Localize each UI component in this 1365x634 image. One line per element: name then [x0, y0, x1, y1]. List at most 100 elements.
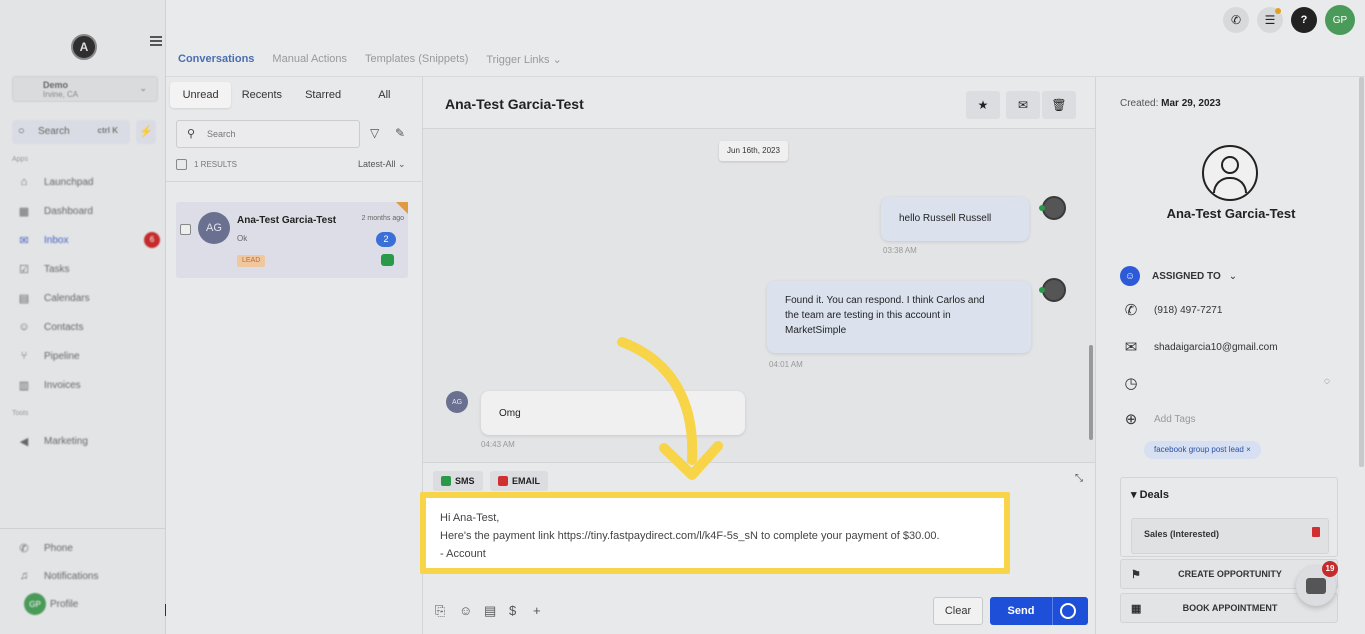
- filter-all[interactable]: All: [354, 82, 415, 108]
- collapse-menu-icon[interactable]: [150, 34, 162, 46]
- filter-tabs: Unread Recents Starred All: [170, 82, 415, 108]
- contact-tag[interactable]: facebook group post lead ×: [1144, 441, 1261, 459]
- channel-tab-email[interactable]: EMAIL: [490, 471, 548, 491]
- email-row[interactable]: ✉ shadaigarcia10@gmail.com: [1120, 338, 1278, 356]
- tab-manual-actions[interactable]: Manual Actions: [272, 53, 347, 66]
- filter-recents[interactable]: Recents: [231, 82, 292, 108]
- page-scrollbar[interactable]: [1359, 77, 1364, 467]
- avatar[interactable]: GP: [1325, 5, 1355, 35]
- rocket-icon: ⌂: [20, 176, 28, 188]
- channel-tab-sms[interactable]: SMS: [433, 471, 483, 491]
- tab-conversations[interactable]: Conversations: [178, 53, 254, 66]
- assigned-label: ASSIGNED TO: [1152, 270, 1221, 282]
- lead-tag: LEAD: [237, 255, 266, 267]
- tag-label: facebook group post lead: [1154, 445, 1244, 454]
- help-icon[interactable]: ?: [1291, 7, 1317, 33]
- select-all-checkbox[interactable]: [176, 159, 187, 170]
- app-logo[interactable]: A: [71, 34, 97, 60]
- quick-action-icon[interactable]: ⚡: [136, 120, 156, 144]
- sidebar-item-label: Dashboard: [44, 205, 93, 217]
- chevron-down-icon: ⌄: [1228, 270, 1238, 282]
- mark-read-icon[interactable]: ✉: [1006, 91, 1040, 119]
- expand-icon[interactable]: ⤡: [1075, 473, 1083, 484]
- phone-row[interactable]: ✆ (918) 497-7271: [1120, 301, 1223, 319]
- phone-icon[interactable]: ✆: [1223, 7, 1249, 33]
- sidebar-item-inbox[interactable]: ✉ Inbox 6: [16, 229, 160, 251]
- sidebar-item-label: Calendars: [44, 292, 90, 304]
- list-item[interactable]: AG Ana-Test Garcia-Test 2 months ago Ok …: [176, 202, 408, 278]
- deal-item[interactable]: Sales (Interested): [1131, 518, 1329, 554]
- sidebar-item-label: Launchpad: [44, 176, 94, 188]
- message-line: the team are testing in this account in: [785, 310, 951, 321]
- message-input[interactable]: Hi Ana-Test, Here's the payment link htt…: [420, 492, 1010, 574]
- timezone-row[interactable]: ◷: [1120, 374, 1142, 392]
- sort-dropdown[interactable]: Latest-All ⌄: [358, 159, 406, 170]
- close-icon[interactable]: ×: [1246, 445, 1251, 454]
- conversation-checkbox[interactable]: [180, 224, 191, 235]
- megaphone-icon: ◀: [19, 435, 29, 448]
- inbox-icon: ✉: [19, 234, 29, 247]
- add-icon[interactable]: +: [533, 603, 541, 618]
- trash-icon[interactable]: 🗑: [1042, 91, 1076, 119]
- search-input[interactable]: ⚲ Search: [176, 120, 360, 148]
- sidebar-item-calendars[interactable]: ▤ Calendars: [16, 287, 156, 309]
- compose-icon[interactable]: ✎: [395, 126, 405, 140]
- sidebar-search[interactable]: ○ Search ctrl K: [12, 120, 130, 144]
- attachment-icon[interactable]: ⎘: [435, 603, 445, 619]
- emoji-icon[interactable]: ☺: [459, 603, 472, 618]
- account-location: Irvine, CA: [43, 90, 79, 99]
- draft-line: Here's the payment link https://tiny.fas…: [440, 530, 940, 542]
- sidebar-item-profile[interactable]: GP Profile: [24, 593, 164, 615]
- chat-header: Ana-Test Garcia-Test ★ ✉ 🗑: [423, 77, 1095, 129]
- sidebar-item-marketing[interactable]: ◀ Marketing: [16, 430, 156, 452]
- book-appointment-label: BOOK APPOINTMENT: [1182, 603, 1278, 613]
- filter-starred[interactable]: Starred: [293, 82, 354, 108]
- account-switcher[interactable]: Demo Irvine, CA ⌄: [12, 76, 158, 102]
- tab-templates[interactable]: Templates (Snippets): [365, 53, 468, 66]
- created-label: Created:: [1120, 98, 1159, 109]
- tab-trigger-links[interactable]: Trigger Links ⌄: [486, 53, 561, 66]
- sidebar-search-label: Search: [38, 126, 70, 137]
- payment-icon[interactable]: $: [509, 603, 516, 618]
- pipeline-icon: ⑂: [20, 350, 28, 362]
- message-text: hello Russell Russell: [899, 213, 992, 224]
- add-tags-row[interactable]: ⊕ Add Tags: [1120, 410, 1196, 428]
- assigned-to-row[interactable]: ☺ ASSIGNED TO ⌄: [1120, 266, 1237, 286]
- outgoing-message: Found it. You can respond. I think Carlo…: [767, 281, 1031, 353]
- filter-unread[interactable]: Unread: [170, 82, 232, 108]
- sidebar-item-pipeline[interactable]: ⑂ Pipeline: [16, 345, 156, 367]
- email-value: shadaigarcia10@gmail.com: [1154, 341, 1278, 353]
- dashboard-icon: ▦: [18, 205, 30, 218]
- deals-header[interactable]: ▾ Deals: [1131, 488, 1169, 501]
- unread-corner-marker: [396, 202, 408, 214]
- sidebar-item-dashboard[interactable]: ▦ Dashboard: [16, 200, 156, 222]
- template-icon[interactable]: ▤: [484, 603, 496, 619]
- clock-icon: ◷: [1124, 375, 1138, 392]
- draft-line: Hi Ana-Test,: [440, 512, 500, 524]
- sms-channel-icon: [381, 254, 394, 266]
- sidebar-item-launchpad[interactable]: ⌂ Launchpad: [16, 171, 156, 193]
- avatar: AG: [446, 391, 468, 413]
- clear-button[interactable]: Clear: [933, 597, 983, 625]
- filter-icon[interactable]: ▽: [370, 126, 379, 140]
- channel-label: SMS: [455, 476, 475, 486]
- chat-bubble-icon: [1306, 578, 1326, 594]
- sidebar-item-contacts[interactable]: ☺ Contacts: [16, 316, 156, 338]
- deals-label: Deals: [1139, 489, 1169, 501]
- sidebar-item-phone[interactable]: ✆ Phone: [16, 537, 156, 559]
- trash-icon[interactable]: [1312, 527, 1320, 537]
- chat-scrollbar[interactable]: [1089, 345, 1093, 440]
- results-count: 1 RESULTS: [194, 160, 237, 169]
- sidebar-item-notifications[interactable]: ♫ Notifications: [16, 565, 156, 587]
- user-icon: ☺: [1120, 266, 1140, 286]
- channel-label: EMAIL: [512, 476, 540, 486]
- list-icon[interactable]: ☰: [1257, 7, 1283, 33]
- sidebar-item-tasks[interactable]: ☑ Tasks: [16, 258, 156, 280]
- sidebar-item-invoices[interactable]: ▥ Invoices: [16, 374, 156, 396]
- send-button[interactable]: Send: [990, 597, 1088, 625]
- star-icon[interactable]: ★: [966, 91, 1000, 119]
- schedule-icon[interactable]: [1060, 603, 1076, 619]
- account-name: Demo: [43, 80, 69, 90]
- message-draft: Hi Ana-Test, Here's the payment link htt…: [440, 509, 940, 563]
- send-divider: [1052, 597, 1053, 625]
